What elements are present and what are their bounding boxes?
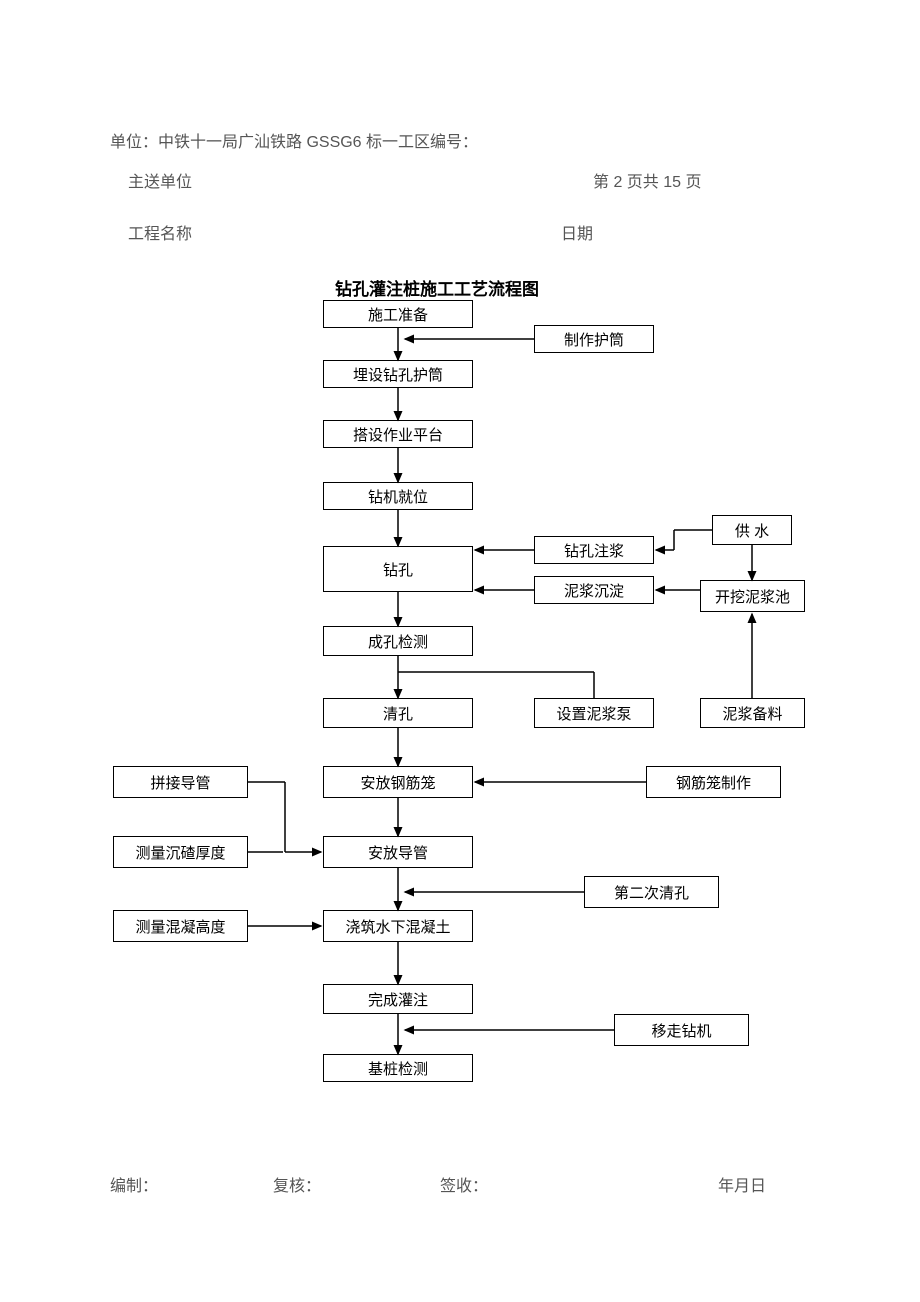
node-place-cage: 安放钢筋笼 [323,766,473,798]
node-measure-conc: 测量混凝高度 [113,910,248,942]
diagram-title: 钻孔灌注桩施工工艺流程图 [335,275,539,300]
node-bury-casing: 埋设钻孔护筒 [323,360,473,388]
project-name-label: 工程名称 [128,220,192,244]
node-clean-hole: 清孔 [323,698,473,728]
node-platform: 搭设作业平台 [323,420,473,448]
footer-compile: 编制： [110,1172,158,1196]
node-measure-sed: 测量沉碴厚度 [113,836,248,868]
node-second-clean: 第二次清孔 [584,876,719,908]
node-mud-material: 泥浆备料 [700,698,805,728]
node-finish-pour: 完成灌注 [323,984,473,1014]
node-splice-pipe: 拼接导管 [113,766,248,798]
node-grout: 钻孔注浆 [534,536,654,564]
unit-line: 单位：中铁十一局广汕铁路 GSSG6 标一工区编号： [110,128,478,152]
date-label: 日期 [561,220,593,244]
node-drill-pos: 钻机就位 [323,482,473,510]
send-to-label: 主送单位 [128,168,192,192]
node-place-pipe: 安放导管 [323,836,473,868]
node-hole-test: 成孔检测 [323,626,473,656]
footer-review: 复核： [273,1172,321,1196]
node-prep: 施工准备 [323,300,473,328]
node-make-cage: 钢筋笼制作 [646,766,781,798]
footer-receive: 签收： [440,1172,488,1196]
node-drill: 钻孔 [323,546,473,592]
node-mud-settle: 泥浆沉淀 [534,576,654,604]
node-water: 供 水 [712,515,792,545]
page-info: 第 2 页共 15 页 [593,168,701,192]
node-pour-conc: 浇筑水下混凝土 [323,910,473,942]
node-pile-test: 基桩检测 [323,1054,473,1082]
node-mud-pump: 设置泥浆泵 [534,698,654,728]
node-dig-pool: 开挖泥浆池 [700,580,805,612]
node-make-casing: 制作护筒 [534,325,654,353]
node-move-drill: 移走钻机 [614,1014,749,1046]
footer-date: 年月日 [718,1172,766,1196]
